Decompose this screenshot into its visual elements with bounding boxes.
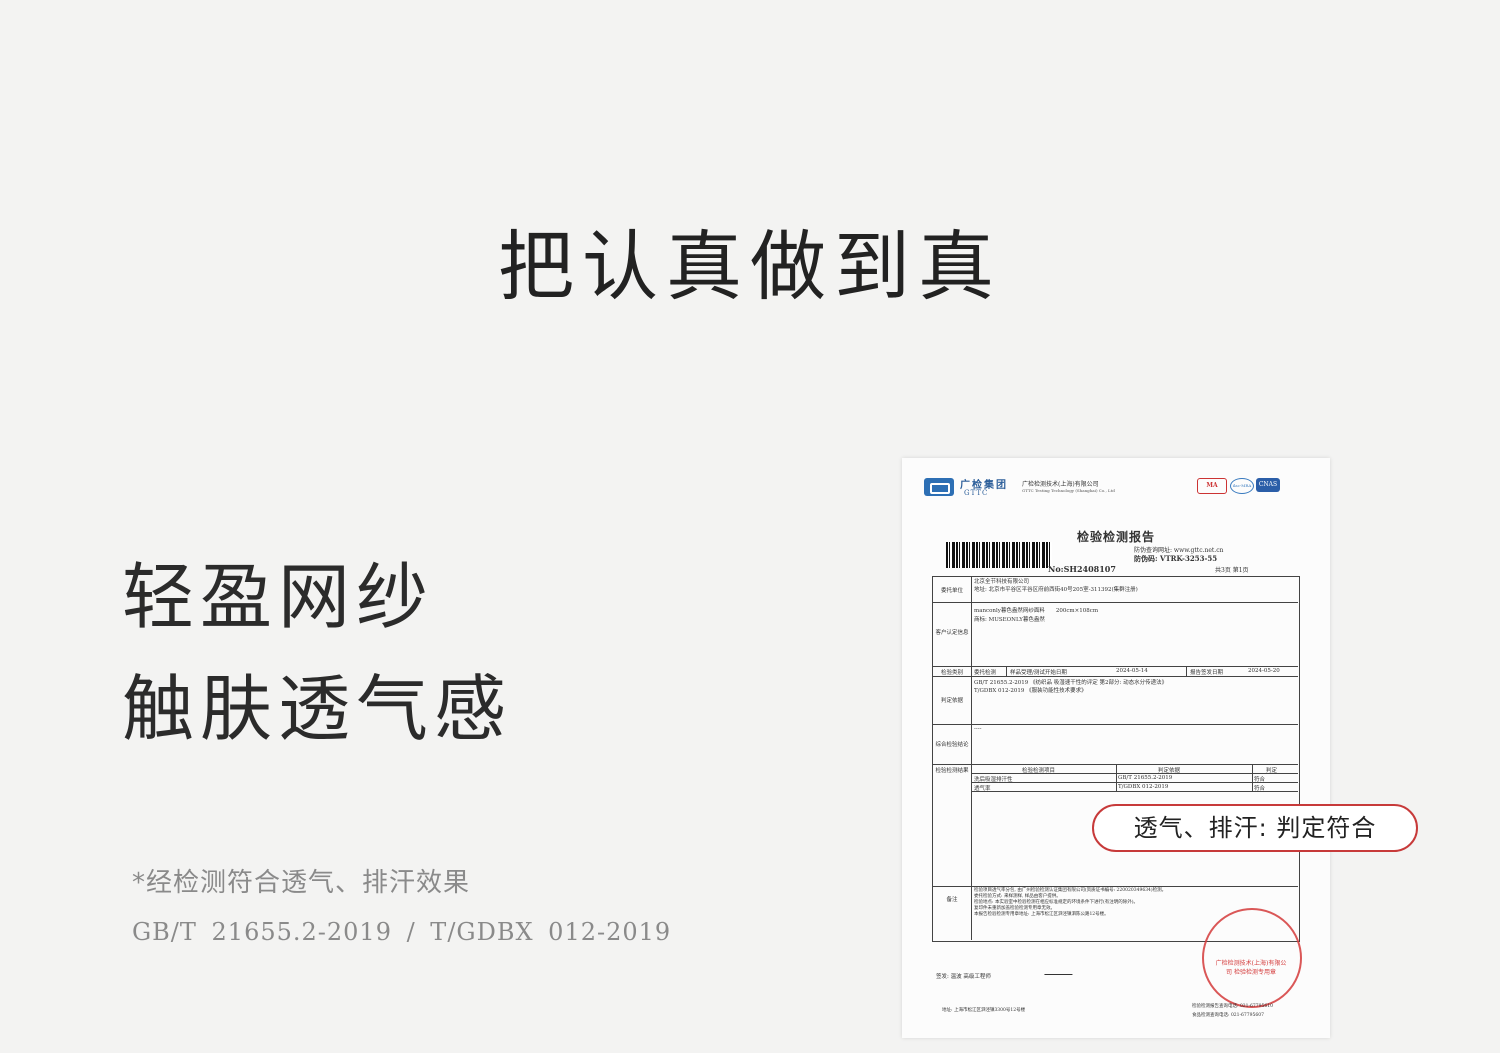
page-count: 共3页 第1页 (1215, 567, 1249, 574)
stamp-text: 广检检测技术(上海)有限公司 检验检测专用章 (1215, 960, 1287, 976)
test-type: 委托检测 (974, 670, 997, 676)
result-row-2-basis: T/GDBX 012-2019 (1118, 784, 1169, 790)
result-header-judge: 判定 (1266, 768, 1278, 774)
company-name-en: GTTC Testing Technology (Shanghai) Co., … (1022, 488, 1115, 493)
result-row-1-basis: GB/T 21655.2-2019 (1118, 775, 1173, 781)
barcode-icon (946, 542, 1052, 568)
result-header-basis: 判定依据 (1158, 768, 1181, 774)
result-badge: 透气、排汗: 判定符合 (1092, 804, 1418, 852)
conclusion-label: 综合检验结论 (935, 742, 969, 748)
result-row-2-item: 透气率 (974, 786, 991, 792)
remark-label: 备注 (946, 897, 958, 903)
conclusion: ---- (974, 726, 982, 732)
sample-line-1: manconly暮色盎然网纱面料 200cm×108cm (974, 608, 1099, 614)
signature-icon (1044, 960, 1078, 975)
basis-line-2: T/GDBX 012-2019 《服装功能性技术要求》 (974, 688, 1087, 694)
result-row-2-judge: 符合 (1254, 786, 1266, 792)
feature-line-1: 轻盈网纱 (122, 555, 435, 639)
client-address: 地址: 北京市平谷区平谷区府前西街40号205室-311392(集群注册) (974, 587, 1138, 593)
test-note: *经检测符合透气、排汗效果 (132, 868, 471, 898)
receive-date: 2024-05-14 (1116, 668, 1148, 674)
ilac-mark-icon: ilac-MRA (1230, 478, 1254, 494)
query-site: 防伪查询网址: www.gttc.net.cn (1134, 547, 1224, 554)
signer: 签发: 温波 高级工程师 (936, 974, 991, 980)
basis-line-1: GB/T 21655.2-2019 《纺织品 吸湿速干性的评定 第2部分: 动态… (974, 680, 1168, 686)
result-row-1-judge: 符合 (1254, 777, 1266, 783)
basis-label: 判定依据 (940, 698, 963, 704)
test-report-certificate: 广检集团 GTTC 广检检测技术(上海)有限公司 GTTC Testing Te… (902, 458, 1330, 1038)
page-headline: 把认真做到真 (498, 222, 1002, 311)
footer-address: 地址: 上海市松江区泗泾镇3300号12号楼 (942, 1008, 1026, 1013)
result-row-1-item: 洗后吸湿排汗性 (974, 777, 1013, 783)
cma-mark-icon: MA (1197, 478, 1227, 494)
test-type-label: 检验类别 (940, 670, 963, 676)
anti-fake-code: 防伪码: VTRK-3253-55 (1134, 554, 1218, 563)
issue-date: 2024-05-20 (1248, 668, 1280, 674)
sample-line-2: 商标: MUSEONLY暮色盎然 (974, 617, 1045, 623)
gttc-logo-icon (924, 478, 954, 496)
report-number: No:SH2408107 (1048, 564, 1116, 574)
feature-line-2: 触肤透气感 (122, 667, 513, 751)
client-label: 委托单位 (940, 588, 963, 594)
footer-phone-1: 检验检测报告查询电话: 021-67795610 (1192, 1004, 1273, 1009)
cnas-mark-icon: CNAS (1256, 478, 1280, 492)
sample-label: 客户认定信息 (935, 630, 969, 636)
client-name: 北京全节科技有限公司 (974, 579, 1030, 585)
footer-phone-2: 食品检测查询电话: 021-67795607 (1192, 1013, 1264, 1018)
standards-line: GB/T 21655.2-2019 / T/GDBX 012-2019 (132, 918, 672, 946)
org-abbr: GTTC (964, 489, 989, 497)
result-header-item: 检验检测项目 (1022, 768, 1056, 774)
issue-label: 报告签发日期 (1190, 670, 1224, 676)
receive-label: 样品受理/测试开始日期 (1010, 670, 1067, 676)
results-label: 检验检测结果 (935, 768, 969, 774)
company-name: 广检检测技术(上海)有限公司 (1022, 481, 1099, 488)
